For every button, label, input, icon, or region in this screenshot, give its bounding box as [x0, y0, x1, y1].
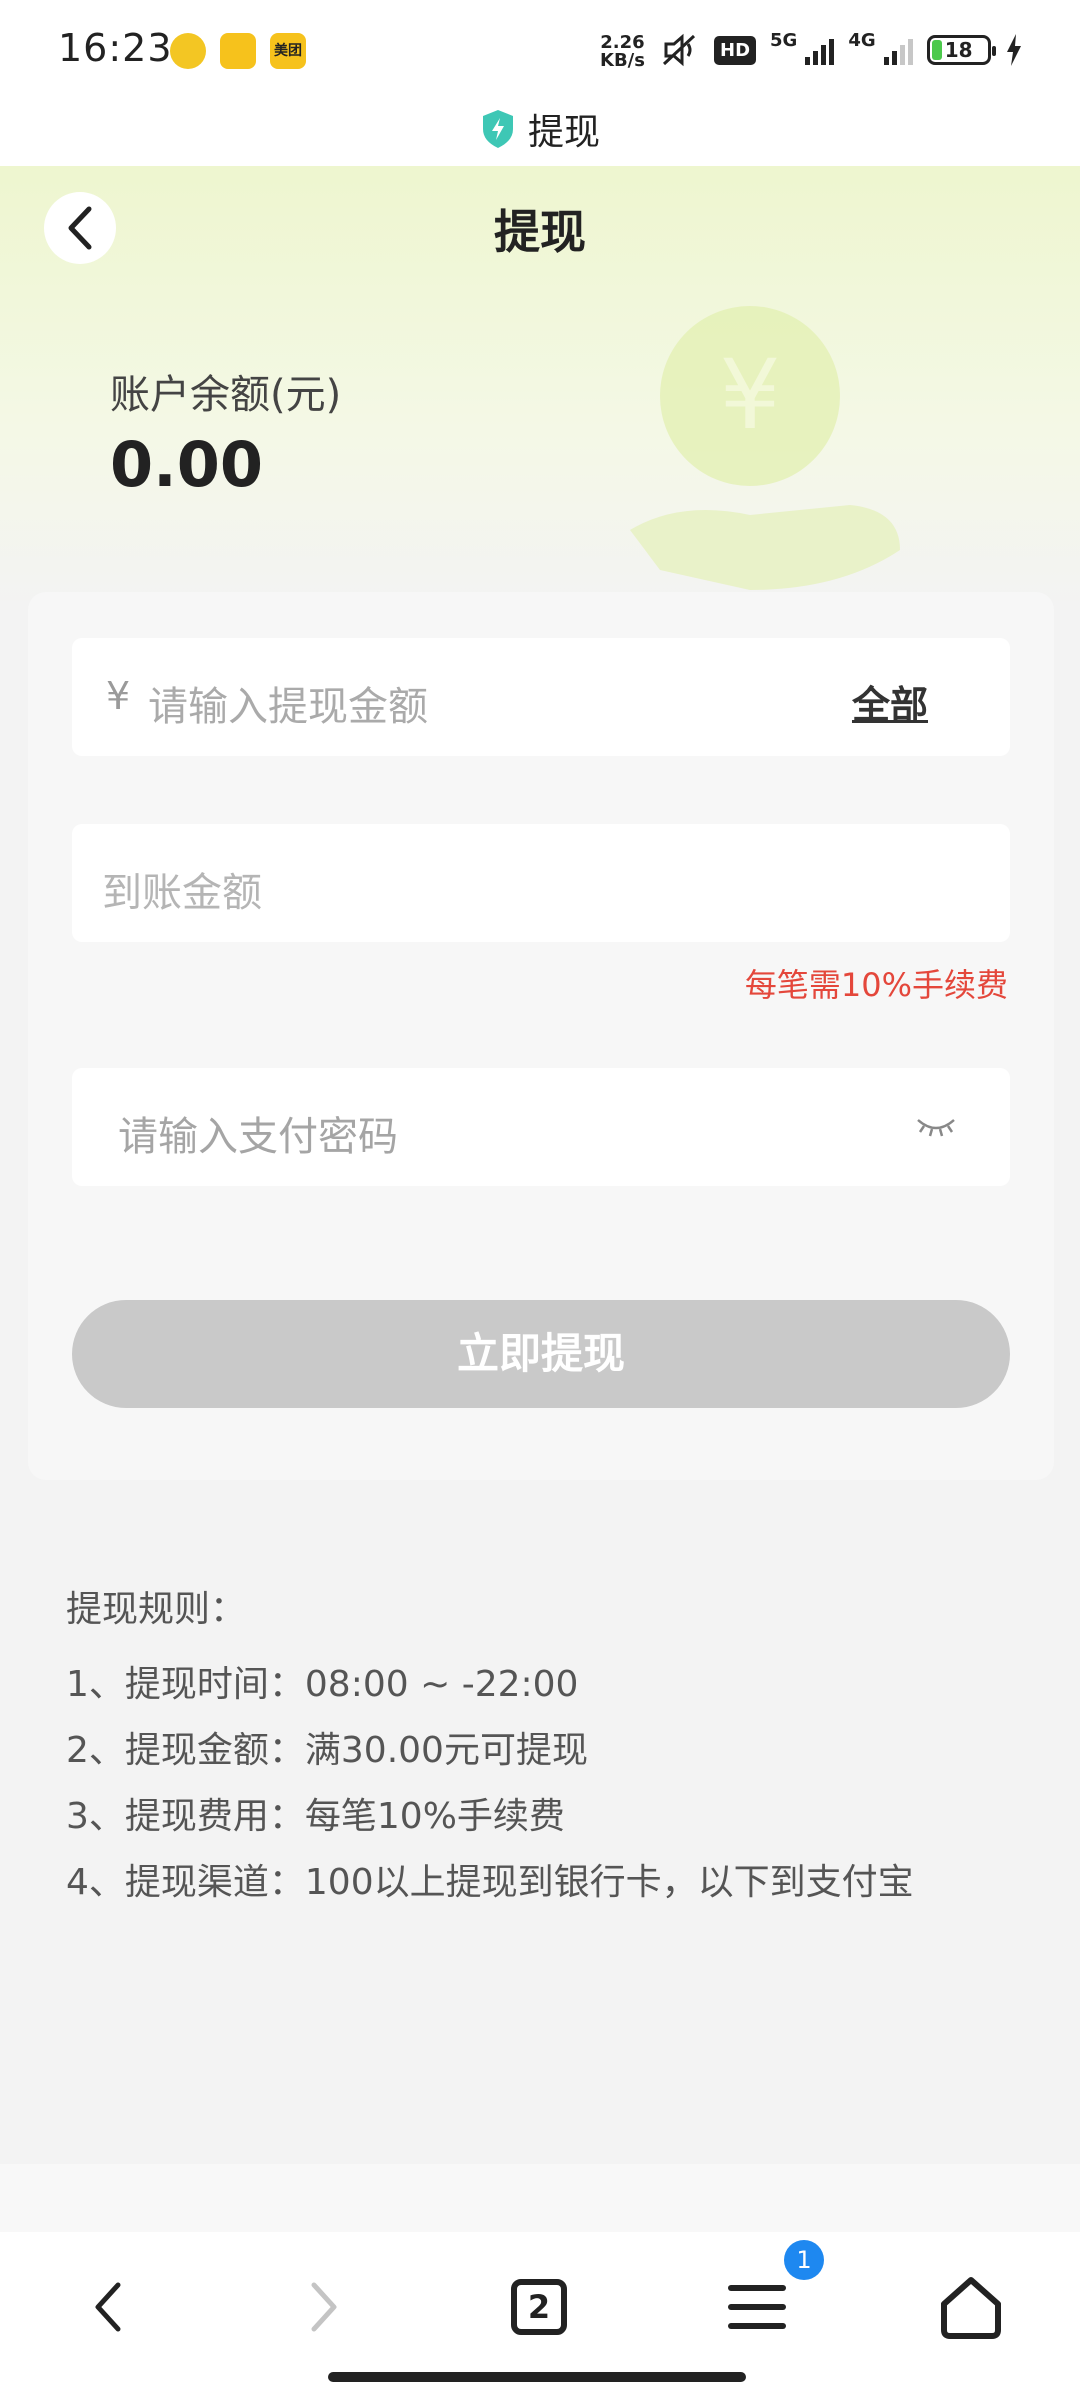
- chevron-left-icon: [95, 2282, 121, 2332]
- amount-field[interactable]: ¥ 请输入提现金额 全部: [72, 638, 1010, 756]
- balance-value: 0.00: [110, 428, 263, 501]
- meituan-app-icon: 美团: [270, 33, 306, 69]
- app-title-bar: 提现: [0, 92, 1080, 166]
- charging-icon: [1006, 34, 1021, 66]
- rule-item: 4、提现渠道：100以上提现到银行卡，以下到支付宝: [66, 1862, 914, 1903]
- status-time: 16:23: [58, 26, 173, 70]
- signal-5g-icon: [805, 35, 835, 65]
- password-input[interactable]: 请输入支付密码: [118, 1104, 398, 1162]
- menu-badge: 1: [784, 2240, 824, 2280]
- amount-input[interactable]: 请输入提现金额: [148, 674, 428, 732]
- network-speed: 2.26 KB/s: [600, 34, 645, 70]
- eye-closed-icon[interactable]: [914, 1108, 958, 1142]
- app-title: 提现: [527, 112, 600, 153]
- balance-label: 账户余额(元): [110, 372, 342, 418]
- svg-text:¥: ¥: [719, 339, 780, 451]
- withdraw-all-button[interactable]: 全部: [852, 674, 928, 729]
- home-button[interactable]: [926, 2262, 1016, 2352]
- nav-separator: [0, 2164, 1080, 2232]
- mute-icon: [662, 33, 696, 67]
- status-icons: HD 5G 4G 18: [660, 30, 1023, 70]
- fee-note: 每笔需10%手续费: [744, 966, 1008, 1004]
- battery-level: 18: [944, 38, 973, 62]
- coin-hand-illustration: ¥: [630, 306, 900, 590]
- chevron-right-icon: [311, 2282, 337, 2332]
- shield-icon: [482, 110, 513, 148]
- hd-badge: HD: [714, 35, 757, 65]
- received-amount-placeholder: 到账金额: [102, 870, 262, 916]
- home-icon: [941, 2277, 1001, 2339]
- received-amount-field: 到账金额: [72, 824, 1010, 942]
- currency-symbol: ¥: [106, 674, 131, 718]
- rule-item: 1、提现时间：08:00 ~ -22:00: [66, 1664, 579, 1705]
- network-speed-unit: KB/s: [600, 50, 645, 71]
- signal-4g-label: 4G: [848, 30, 876, 51]
- battery-icon: 18: [926, 35, 996, 65]
- signal-5g-label: 5G: [770, 30, 798, 51]
- rules-list: 1、提现时间：08:00 ~ -22:00 2、提现金额：满30.00元可提现 …: [66, 1652, 914, 1916]
- rules-title: 提现规则：: [66, 1589, 247, 1630]
- rule-item: 2、提现金额：满30.00元可提现: [66, 1730, 588, 1771]
- withdraw-submit-button[interactable]: 立即提现: [72, 1300, 1010, 1408]
- signal-4g-icon: [883, 35, 913, 65]
- menu-icon: [728, 2285, 786, 2329]
- menu-button[interactable]: [712, 2262, 802, 2352]
- browser-back-button[interactable]: [62, 2262, 152, 2352]
- tabs-count: 2: [511, 2279, 567, 2335]
- ride-app-icon: [220, 33, 256, 69]
- password-field[interactable]: 请输入支付密码: [72, 1068, 1010, 1186]
- home-indicator[interactable]: [328, 2372, 746, 2382]
- music-app-icon: [170, 33, 206, 69]
- page-title: 提现: [494, 205, 586, 259]
- tabs-button[interactable]: 2: [494, 2262, 584, 2352]
- rule-item: 3、提现费用：每笔10%手续费: [66, 1796, 565, 1837]
- browser-forward-button[interactable]: [280, 2262, 370, 2352]
